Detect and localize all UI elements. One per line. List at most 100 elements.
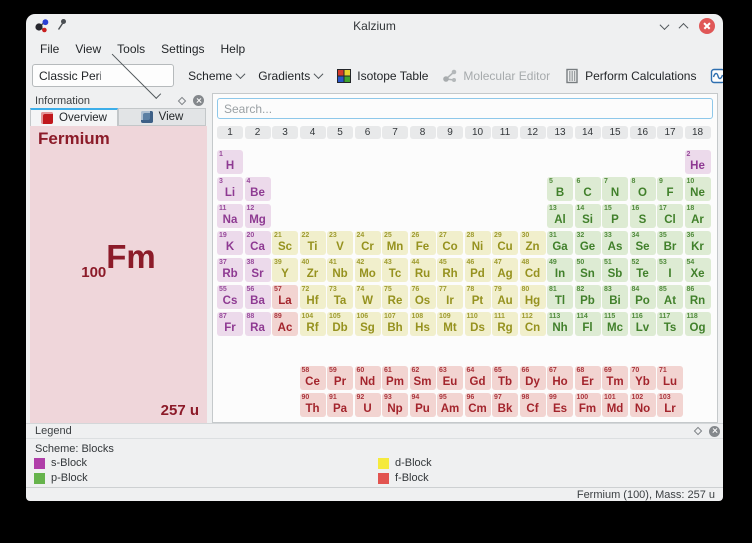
plot-data-button[interactable]: Plot Data	[710, 68, 723, 84]
element-Be[interactable]: 4Be	[245, 177, 271, 201]
element-Og[interactable]: 118Og	[685, 312, 711, 336]
element-Ru[interactable]: 44Ru	[410, 258, 436, 282]
element-Tm[interactable]: 69Tm	[602, 366, 628, 390]
element-Al[interactable]: 13Al	[547, 204, 573, 228]
element-Nh[interactable]: 113Nh	[547, 312, 573, 336]
element-Cf[interactable]: 98Cf	[520, 393, 546, 417]
element-Gd[interactable]: 64Gd	[465, 366, 491, 390]
element-Kr[interactable]: 36Kr	[685, 231, 711, 255]
element-Nd[interactable]: 60Nd	[355, 366, 381, 390]
element-Sr[interactable]: 38Sr	[245, 258, 271, 282]
element-Pd[interactable]: 46Pd	[465, 258, 491, 282]
element-Yb[interactable]: 70Yb	[630, 366, 656, 390]
element-Fe[interactable]: 26Fe	[410, 231, 436, 255]
element-Zr[interactable]: 40Zr	[300, 258, 326, 282]
menu-view[interactable]: View	[67, 40, 109, 58]
element-Ts[interactable]: 117Ts	[657, 312, 683, 336]
float-panel-icon[interactable]	[178, 96, 186, 104]
element-Ta[interactable]: 73Ta	[327, 285, 353, 309]
element-Ac[interactable]: 89Ac	[272, 312, 298, 336]
element-Pa[interactable]: 91Pa	[327, 393, 353, 417]
element-Am[interactable]: 95Am	[437, 393, 463, 417]
element-Ge[interactable]: 32Ge	[575, 231, 601, 255]
element-Fm[interactable]: 100Fm	[575, 393, 601, 417]
element-Db[interactable]: 105Db	[327, 312, 353, 336]
menu-file[interactable]: File	[32, 40, 67, 58]
perform-calculations-button[interactable]: Perform Calculations	[564, 68, 696, 84]
element-At[interactable]: 85At	[657, 285, 683, 309]
element-Es[interactable]: 99Es	[547, 393, 573, 417]
element-H[interactable]: 1H	[217, 150, 243, 174]
element-C[interactable]: 6C	[575, 177, 601, 201]
element-Mn[interactable]: 25Mn	[382, 231, 408, 255]
element-As[interactable]: 33As	[602, 231, 628, 255]
element-I[interactable]: 53I	[657, 258, 683, 282]
element-Ag[interactable]: 47Ag	[492, 258, 518, 282]
element-Sm[interactable]: 62Sm	[410, 366, 436, 390]
element-Nb[interactable]: 41Nb	[327, 258, 353, 282]
element-S[interactable]: 16S	[630, 204, 656, 228]
element-V[interactable]: 23V	[327, 231, 353, 255]
element-Sn[interactable]: 50Sn	[575, 258, 601, 282]
element-Bh[interactable]: 107Bh	[382, 312, 408, 336]
element-P[interactable]: 15P	[602, 204, 628, 228]
element-Au[interactable]: 79Au	[492, 285, 518, 309]
element-Cn[interactable]: 112Cn	[520, 312, 546, 336]
isotope-table-button[interactable]: Isotope Table	[336, 68, 428, 84]
element-Tb[interactable]: 65Tb	[492, 366, 518, 390]
maximize-button[interactable]	[679, 22, 689, 32]
element-Lr[interactable]: 103Lr	[657, 393, 683, 417]
element-Xe[interactable]: 54Xe	[685, 258, 711, 282]
element-Rb[interactable]: 37Rb	[217, 258, 243, 282]
element-Rf[interactable]: 104Rf	[300, 312, 326, 336]
element-No[interactable]: 102No	[630, 393, 656, 417]
element-Ho[interactable]: 67Ho	[547, 366, 573, 390]
element-Hf[interactable]: 72Hf	[300, 285, 326, 309]
element-Sg[interactable]: 106Sg	[355, 312, 381, 336]
element-Se[interactable]: 34Se	[630, 231, 656, 255]
element-B[interactable]: 5B	[547, 177, 573, 201]
element-Li[interactable]: 3Li	[217, 177, 243, 201]
element-O[interactable]: 8O	[630, 177, 656, 201]
element-Si[interactable]: 14Si	[575, 204, 601, 228]
element-Th[interactable]: 90Th	[300, 393, 326, 417]
element-Ti[interactable]: 22Ti	[300, 231, 326, 255]
element-La[interactable]: 57La	[272, 285, 298, 309]
element-Ne[interactable]: 10Ne	[685, 177, 711, 201]
element-Er[interactable]: 68Er	[575, 366, 601, 390]
element-Ca[interactable]: 20Ca	[245, 231, 271, 255]
element-Tc[interactable]: 43Tc	[382, 258, 408, 282]
table-type-select[interactable]: Classic Periodic Table	[32, 64, 174, 87]
close-panel-icon[interactable]	[709, 426, 720, 437]
element-Md[interactable]: 101Md	[602, 393, 628, 417]
element-Ir[interactable]: 77Ir	[437, 285, 463, 309]
element-Cl[interactable]: 17Cl	[657, 204, 683, 228]
element-Pt[interactable]: 78Pt	[465, 285, 491, 309]
element-Os[interactable]: 76Os	[410, 285, 436, 309]
menu-settings[interactable]: Settings	[153, 40, 212, 58]
element-Ra[interactable]: 88Ra	[245, 312, 271, 336]
menu-help[interactable]: Help	[213, 40, 254, 58]
element-Bk[interactable]: 97Bk	[492, 393, 518, 417]
element-N[interactable]: 7N	[602, 177, 628, 201]
element-Sc[interactable]: 21Sc	[272, 231, 298, 255]
scheme-menu-button[interactable]: Scheme	[188, 69, 244, 83]
element-Ba[interactable]: 56Ba	[245, 285, 271, 309]
element-U[interactable]: 92U	[355, 393, 381, 417]
element-Ga[interactable]: 31Ga	[547, 231, 573, 255]
element-Ni[interactable]: 28Ni	[465, 231, 491, 255]
element-Sb[interactable]: 51Sb	[602, 258, 628, 282]
element-Na[interactable]: 11Na	[217, 204, 243, 228]
element-Br[interactable]: 35Br	[657, 231, 683, 255]
element-Cs[interactable]: 55Cs	[217, 285, 243, 309]
element-Cm[interactable]: 96Cm	[465, 393, 491, 417]
element-Lu[interactable]: 71Lu	[657, 366, 683, 390]
element-Cd[interactable]: 48Cd	[520, 258, 546, 282]
element-W[interactable]: 74W	[355, 285, 381, 309]
element-Rn[interactable]: 86Rn	[685, 285, 711, 309]
element-Cr[interactable]: 24Cr	[355, 231, 381, 255]
element-Rg[interactable]: 111Rg	[492, 312, 518, 336]
tab-view[interactable]: View	[118, 108, 206, 126]
element-Re[interactable]: 75Re	[382, 285, 408, 309]
element-Dy[interactable]: 66Dy	[520, 366, 546, 390]
